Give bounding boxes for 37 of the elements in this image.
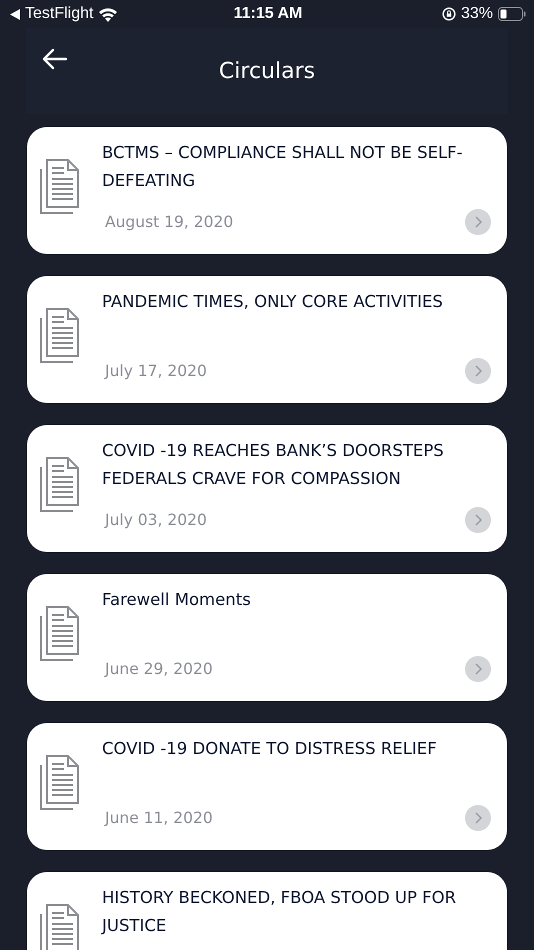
chevron-right-icon[interactable] [465, 209, 491, 235]
back-app-label[interactable]: TestFlight [25, 5, 94, 23]
wifi-icon [98, 6, 118, 22]
circular-card[interactable]: PANDEMIC TIMES, ONLY CORE ACTIVITIES July 17, 2020 [27, 276, 507, 403]
chevron-right-icon[interactable] [465, 507, 491, 533]
circular-card[interactable]: BCTMS – COMPLIANCE SHALL NOT BE SELF-DEFEATING August 19, 2020 [27, 127, 507, 254]
document-icon [37, 455, 82, 515]
circular-card[interactable]: Farewell Moments June 29, 2020 [27, 574, 507, 701]
battery-icon [498, 7, 526, 21]
chevron-right-icon[interactable] [465, 805, 491, 831]
circular-card[interactable]: COVID -19 REACHES BANK’S DOORSTEPS FEDERALS CRAVE FOR COMPASSION July 03, 2020 [27, 425, 507, 552]
circular-date: June 29, 2020 [105, 660, 213, 678]
circular-title: HISTORY BECKONED, FBOA STOOD UP FOR JUSTICE [102, 887, 458, 937]
page-title: Circulars [218, 58, 316, 84]
clock: 11:15 AM [234, 5, 302, 23]
back-triangle-icon [10, 8, 20, 20]
circular-card[interactable]: COVID -19 DONATE TO DISTRESS RELIEF June 11, 2020 [27, 723, 507, 850]
battery-percent: 33% [460, 5, 493, 23]
document-icon [37, 604, 82, 664]
circular-date: July 17, 2020 [105, 362, 207, 380]
circular-date: August 19, 2020 [105, 213, 234, 231]
document-icon [37, 157, 82, 217]
rotation-lock-icon [442, 7, 456, 21]
back-arrow-icon[interactable] [42, 48, 68, 70]
circular-title: COVID -19 DONATE TO DISTRESS RELIEF [102, 738, 438, 760]
circular-card[interactable]: HISTORY BECKONED, FBOA STOOD UP FOR JUSTICE [27, 872, 507, 950]
circular-date: July 03, 2020 [105, 511, 207, 529]
document-icon [37, 902, 82, 950]
document-icon [37, 753, 82, 813]
circular-title: Farewell Moments [102, 589, 252, 611]
circular-date: June 11, 2020 [105, 809, 213, 827]
circular-title: PANDEMIC TIMES, ONLY CORE ACTIVITIES [102, 291, 444, 313]
chevron-right-icon[interactable] [465, 656, 491, 682]
circular-title: COVID -19 REACHES BANK’S DOORSTEPS FEDERALS CRAVE FOR COMPASSION [102, 440, 445, 490]
chevron-right-icon[interactable] [465, 358, 491, 384]
circular-title: BCTMS – COMPLIANCE SHALL NOT BE SELF-DEFEATING [102, 142, 464, 192]
document-icon [37, 306, 82, 366]
